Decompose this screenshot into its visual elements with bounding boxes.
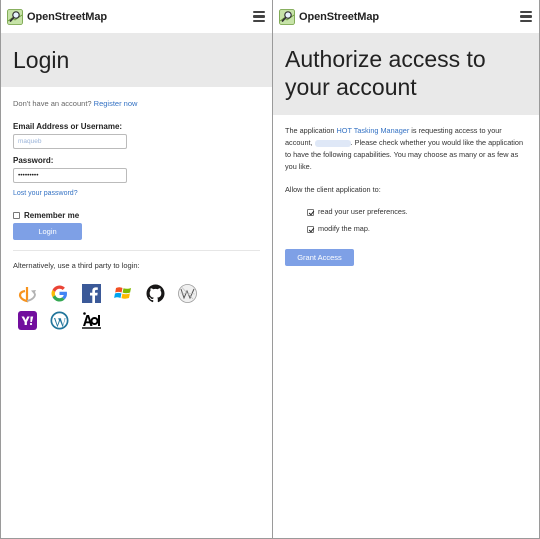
page-header: Authorize access to your account [273,33,539,115]
register-prompt: Don't have an account? Register now [13,98,260,110]
intro-pre: The application [285,126,335,135]
permission-checkbox[interactable] [307,225,314,233]
password-label: Password: [13,156,54,165]
brand-name: OpenStreetMap [299,10,379,23]
osm-logo-icon [279,8,295,25]
page-title: Authorize access to your account [285,46,486,100]
app-name-link[interactable]: HOT Tasking Manager [337,126,410,135]
facebook-icon[interactable] [81,283,102,304]
lost-password-link[interactable]: Lost your password? [13,188,260,200]
login-button[interactable]: Login [13,223,82,240]
allow-text: Allow the client application to: [285,185,381,194]
brand[interactable]: OpenStreetMap [279,8,379,25]
provider-list [1,283,221,331]
page-header: Login [1,33,272,87]
grant-access-button[interactable]: Grant Access [285,249,354,266]
remember-me-checkbox[interactable] [13,212,20,219]
aol-icon[interactable] [81,310,102,331]
email-field[interactable]: maqueb [13,134,127,149]
menu-icon[interactable] [253,11,265,22]
wikipedia-icon[interactable] [177,283,198,304]
permission-label: modify the map. [318,224,370,233]
no-account-text: Don't have an account? [13,99,92,108]
menu-icon[interactable] [520,11,532,22]
github-icon[interactable] [145,283,166,304]
openid-icon[interactable] [17,283,38,304]
permission-checkbox[interactable] [307,208,314,216]
redacted-username [314,139,351,147]
permission-list: read your user preferences. modify the m… [285,206,527,235]
register-link[interactable]: Register now [94,99,138,108]
password-value: ••••••••• [18,172,39,179]
top-bar: OpenStreetMap [1,0,272,33]
authorize-intro: The application HOT Tasking Manager is r… [285,125,527,173]
password-field[interactable]: ••••••••• [13,168,127,183]
brand[interactable]: OpenStreetMap [7,8,107,25]
google-icon[interactable] [49,283,70,304]
microsoft-icon[interactable] [113,283,134,304]
email-value: maqueb [18,138,42,145]
permission-item[interactable]: read your user preferences. [307,206,527,218]
permission-item[interactable]: modify the map. [307,223,527,235]
osm-logo-icon [7,8,23,25]
permission-label: read your user preferences. [318,207,408,216]
remember-me-row[interactable]: Remember me [13,211,260,220]
email-label: Email Address or Username: [13,122,123,131]
page-title: Login [13,47,70,73]
wordpress-icon[interactable] [49,310,70,331]
third-party-text: Alternatively, use a third party to logi… [13,261,140,270]
brand-name: OpenStreetMap [27,10,107,23]
remember-me-label: Remember me [24,211,80,220]
yahoo-icon[interactable] [17,310,38,331]
top-bar: OpenStreetMap [273,0,539,33]
authorize-panel: OpenStreetMap Authorize access to your a… [272,0,540,539]
login-panel: OpenStreetMap Login Don't have an accoun… [0,0,273,539]
